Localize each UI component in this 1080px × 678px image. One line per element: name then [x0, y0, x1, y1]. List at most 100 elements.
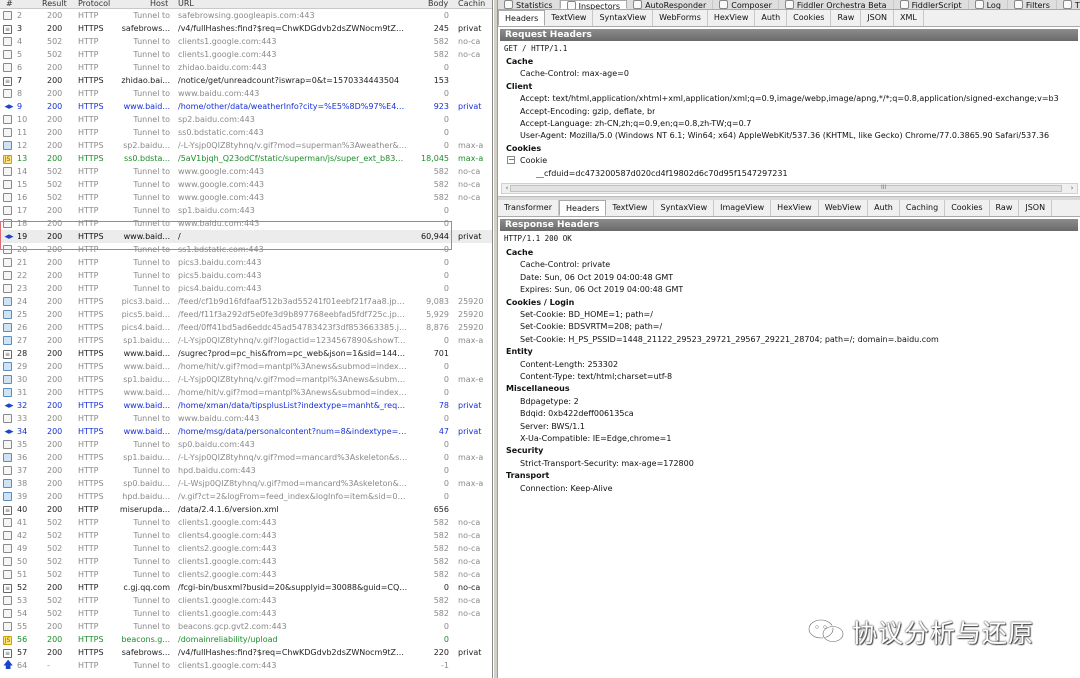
column-header[interactable]: Cachin — [458, 0, 485, 8]
tab-log[interactable]: Log — [969, 0, 1008, 9]
session-row[interactable]: 8 200 HTTP Tunnel to www.baidu.com:443 0 — [0, 87, 492, 100]
scroll-right-arrow[interactable]: › — [1067, 184, 1077, 193]
tab-syntaxview[interactable]: SyntaxView — [654, 200, 715, 216]
session-row[interactable]: 36 200 HTTPS sp1.baidu... /-L-Ysjp0QIZ8tyhnq… — [0, 451, 492, 464]
session-row[interactable]: 29 200 HTTPS www.baid... /home/hit/v.gif?mod… — [0, 360, 492, 373]
session-row[interactable]: 14 502 HTTP Tunnel to www.google.com:443 582 n… — [0, 165, 492, 178]
session-row[interactable]: 21 200 HTTP Tunnel to pics3.baidu.com:443 0 — [0, 256, 492, 269]
session-row[interactable]: 51 502 HTTP Tunnel to clients2.google.com:44… — [0, 568, 492, 581]
tab-cookies[interactable]: Cookies — [945, 200, 990, 216]
tab-webview[interactable]: WebView — [819, 200, 869, 216]
session-row[interactable]: 4 502 HTTP Tunnel to clients1.google.com:443… — [0, 35, 492, 48]
column-header[interactable]: Body — [428, 0, 448, 8]
session-row[interactable]: ≡ 7 200 HTTPS zhidao.bai... /notice/get/unrea… — [0, 74, 492, 87]
session-row[interactable]: 37 200 HTTP Tunnel to hpd.baidu.com:443 0 — [0, 464, 492, 477]
tab-timel[interactable]: Timel — [1057, 0, 1080, 9]
session-row[interactable]: 41 502 HTTP Tunnel to clients1.google.com:44… — [0, 516, 492, 529]
session-row[interactable]: 5 502 HTTP Tunnel to clients1.google.com:443… — [0, 48, 492, 61]
tab-autoresponder[interactable]: AutoResponder — [627, 0, 714, 9]
row-body: 0 — [443, 128, 449, 137]
session-row[interactable]: ◂▸ 19 200 HTTPS www.baid... / 60,944 privat — [0, 230, 492, 243]
session-row[interactable]: 17 200 HTTP Tunnel to sp1.baidu.com:443 0 — [0, 204, 492, 217]
session-row[interactable]: 42 502 HTTP Tunnel to clients4.google.com:44… — [0, 529, 492, 542]
session-row[interactable]: 54 502 HTTP Tunnel to clients1.google.com:44… — [0, 607, 492, 620]
session-row[interactable]: 15 502 HTTP Tunnel to www.google.com:443 582 n… — [0, 178, 492, 191]
scroll-thumb[interactable]: III — [510, 184, 1062, 192]
session-row[interactable]: 50 502 HTTP Tunnel to clients1.google.com:44… — [0, 555, 492, 568]
row-protocol: HTTP — [78, 89, 99, 98]
row-host: sp1.baidu... — [123, 336, 170, 345]
session-row[interactable]: 38 200 HTTPS sp0.baidu... /-L-Wsjp0QIZ8tyhnq… — [0, 477, 492, 490]
session-row[interactable]: 33 200 HTTP Tunnel to www.baidu.com:443 0 — [0, 412, 492, 425]
session-row[interactable]: 11 200 HTTP Tunnel to ss0.bdstatic.com:443 0 — [0, 126, 492, 139]
tab-headers[interactable]: Headers — [559, 200, 607, 216]
tab-imageview[interactable]: ImageView — [714, 200, 772, 216]
session-row[interactable]: 55 200 HTTP Tunnel to beacons.gcp.gvt2.com:4… — [0, 620, 492, 633]
column-header[interactable]: Host — [150, 0, 168, 8]
tab-hexview[interactable]: HexView — [708, 10, 756, 26]
session-row[interactable]: 39 200 HTTPS hpd.baidu... /v.gif?ct=2&logFro… — [0, 490, 492, 503]
cookie-collapse-toggle[interactable]: − — [507, 156, 515, 164]
session-row[interactable]: 18 200 HTTP Tunnel to www.baidu.com:443 0 — [0, 217, 492, 230]
tab-webforms[interactable]: WebForms — [653, 10, 708, 26]
tab-transformer[interactable]: Transformer — [498, 200, 560, 216]
row-caching: max-a — [458, 479, 484, 488]
tab-auth[interactable]: Auth — [755, 10, 788, 26]
tab-caching[interactable]: Caching — [900, 200, 946, 216]
tab-textview[interactable]: TextView — [606, 200, 655, 216]
session-row[interactable]: 16 502 HTTP Tunnel to www.google.com:443 582 n… — [0, 191, 492, 204]
tab-xml[interactable]: XML — [894, 10, 924, 26]
column-header[interactable]: URL — [178, 0, 194, 8]
tab-json[interactable]: JSON — [861, 10, 895, 26]
tab-composer[interactable]: Composer — [713, 0, 779, 9]
session-row[interactable]: ≡ 3 200 HTTPS safebrows... /v4/fullHashes:fin… — [0, 22, 492, 35]
tab-textview[interactable]: TextView — [545, 10, 594, 26]
tab-cookies[interactable]: Cookies — [787, 10, 832, 26]
session-row[interactable]: 31 200 HTTPS www.baid... /home/hit/v.gif?mod… — [0, 386, 492, 399]
tab-raw[interactable]: Raw — [831, 10, 862, 26]
tab-headers[interactable]: Headers — [498, 10, 546, 26]
row-body: 0 — [443, 635, 449, 644]
session-row[interactable]: 2 200 HTTP Tunnel to safebrowsing.googleapis… — [0, 9, 492, 22]
row-url: /notice/get/unreadcount?iswrap=0&t=15703… — [178, 76, 400, 85]
tab-hexview[interactable]: HexView — [771, 200, 819, 216]
session-row[interactable]: ◂▸ 32 200 HTTPS www.baid... /home/xman/data/t… — [0, 399, 492, 412]
tab-fiddlerscript[interactable]: FiddlerScript — [894, 0, 969, 9]
request-horizontal-scrollbar[interactable]: ‹ III › — [501, 183, 1078, 194]
session-row[interactable]: 30 200 HTTPS sp1.baidu... /-L-Ysjp0QIZ8tyhnq… — [0, 373, 492, 386]
session-row[interactable]: 12 200 HTTPS sp2.baidu... /-L-Ysjp0QIZ8tyhnq… — [0, 139, 492, 152]
session-row[interactable]: 6 200 HTTP Tunnel to zhidao.baidu.com:443 0 — [0, 61, 492, 74]
session-row[interactable]: 53 502 HTTP Tunnel to clients1.google.com:44… — [0, 594, 492, 607]
session-row[interactable]: 🡅 64 - HTTP Tunnel to clients1.google.com:443… — [0, 659, 492, 672]
column-header[interactable]: Result — [42, 0, 67, 8]
session-row[interactable]: ≡ 57 200 HTTPS safebrows... /v4/fullHashes:fi… — [0, 646, 492, 659]
session-row[interactable]: 10 200 HTTP Tunnel to sp2.baidu.com:443 0 — [0, 113, 492, 126]
session-row[interactable]: 23 200 HTTP Tunnel to pics4.baidu.com:443 0 — [0, 282, 492, 295]
session-row[interactable]: 35 200 HTTP Tunnel to sp0.baidu.com:443 0 — [0, 438, 492, 451]
tab-auth[interactable]: Auth — [868, 200, 900, 216]
session-row[interactable]: JS 56 200 HTTPS beacons.g... /domainreliabili… — [0, 633, 492, 646]
tab-json[interactable]: JSON — [1019, 200, 1053, 216]
tab-syntaxview[interactable]: SyntaxView — [593, 10, 654, 26]
row-result: 200 — [47, 362, 63, 371]
session-row[interactable]: 24 200 HTTPS pics3.baid... /feed/cf1b9d16fdf… — [0, 295, 492, 308]
session-row[interactable]: 20 200 HTTP Tunnel to ss1.bdstatic.com:443 0 — [0, 243, 492, 256]
column-header[interactable]: # — [6, 0, 13, 8]
tab-fiddler-orchestra-beta[interactable]: Fiddler Orchestra Beta — [779, 0, 894, 9]
session-row[interactable]: JS 13 200 HTTPS ss0.bdsta... /5aV1bjqh_Q23odC… — [0, 152, 492, 165]
tab-statistics[interactable]: Statistics — [498, 0, 560, 9]
session-row[interactable]: 49 502 HTTP Tunnel to clients2.google.com:44… — [0, 542, 492, 555]
session-row[interactable]: ◂▸ 34 200 HTTPS www.baid... /home/msg/data/pe… — [0, 425, 492, 438]
session-row[interactable]: 26 200 HTTPS pics4.baid... /feed/0ff41bd5ad6… — [0, 321, 492, 334]
session-row[interactable]: ≡ 40 200 HTTP miserupda... /data/2.4.1.6/vers… — [0, 503, 492, 516]
session-row[interactable]: 27 200 HTTPS sp1.baidu... /-L-Ysjp0QIZ8tyhnq… — [0, 334, 492, 347]
session-row[interactable]: 22 200 HTTP Tunnel to pics5.baidu.com:443 0 — [0, 269, 492, 282]
column-header[interactable]: Protocol — [78, 0, 110, 8]
tab-inspectors[interactable]: Inspectors — [559, 0, 628, 9]
session-row[interactable]: ◂▸ 9 200 HTTPS www.baid... /home/other/data/w… — [0, 100, 492, 113]
session-row[interactable]: ≡ 52 200 HTTP c.gj.qq.com/fcgi-bin/busxml?bu… — [0, 581, 492, 594]
session-row[interactable]: 25 200 HTTPS pics5.baid... /feed/f11f3a292df… — [0, 308, 492, 321]
tab-filters[interactable]: Filters — [1008, 0, 1057, 9]
session-row[interactable]: ≡ 28 200 HTTPS www.baid... /sugrec?prod=pc_hi… — [0, 347, 492, 360]
tab-raw[interactable]: Raw — [990, 200, 1020, 216]
